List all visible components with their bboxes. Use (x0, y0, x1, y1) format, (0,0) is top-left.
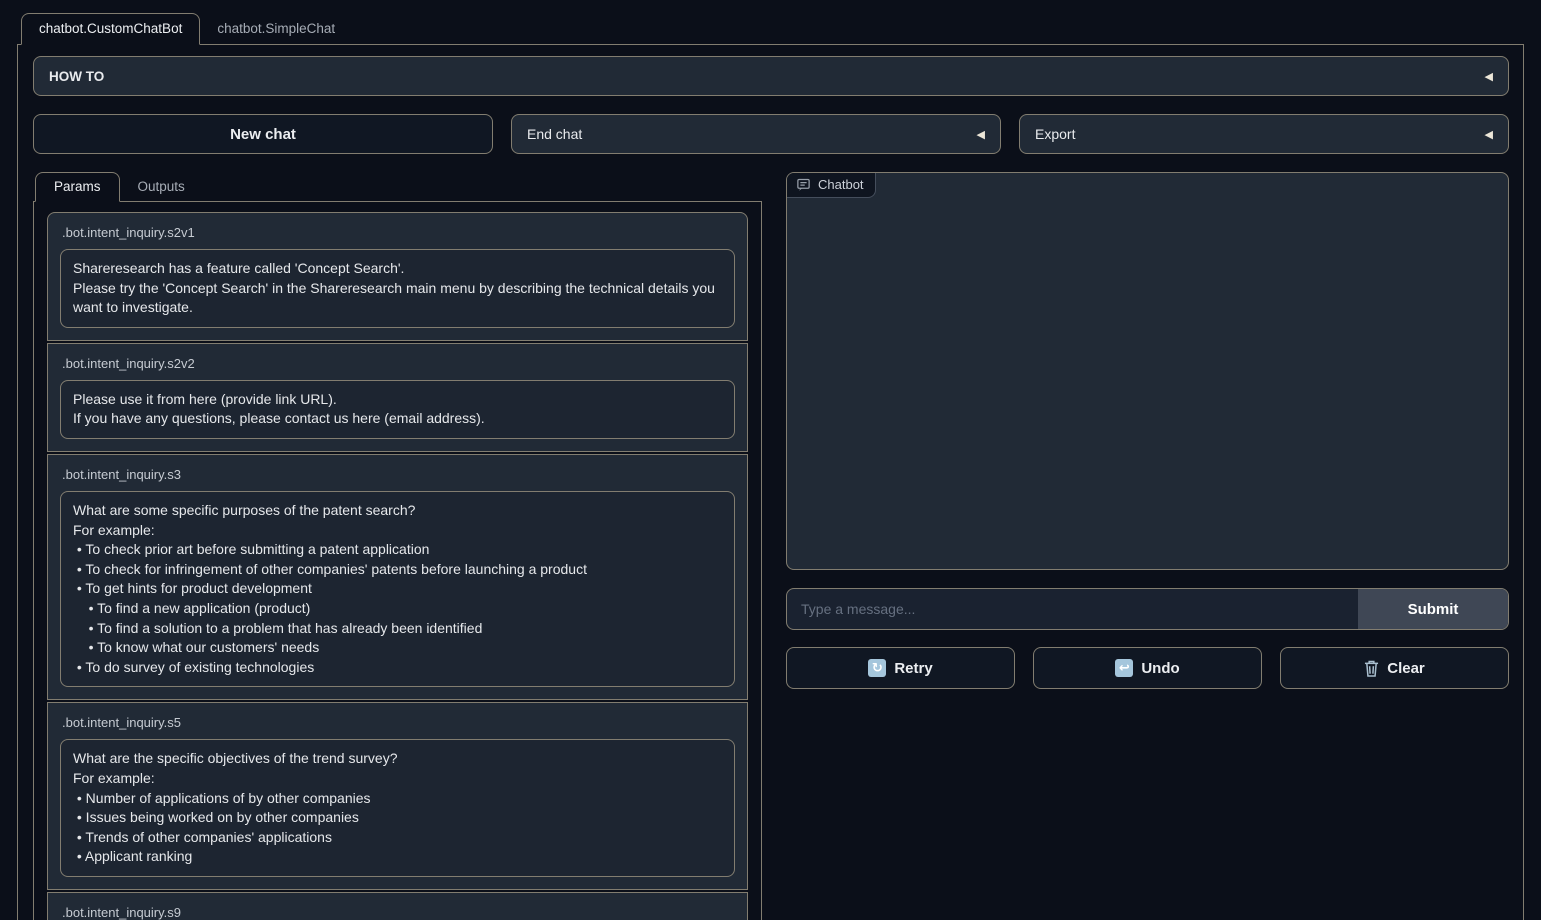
howto-accordion[interactable]: HOW TO ◀ (33, 56, 1509, 96)
collapse-arrow-icon[interactable]: ◀ (1485, 128, 1493, 141)
param-group: .bot.intent_inquiry.s2v2 Please use it f… (47, 343, 748, 452)
clear-label: Clear (1387, 660, 1425, 677)
chatbot-label-text: Chatbot (818, 177, 864, 192)
chatbot-column: Chatbot Submit ↻ Retry ↩ Undo (786, 172, 1509, 689)
tab-simple-chat[interactable]: chatbot.SimpleChat (200, 14, 352, 44)
param-group: .bot.intent_inquiry.s2v1 Shareresearch h… (47, 212, 748, 341)
speech-bubble-icon (796, 177, 811, 192)
undo-button[interactable]: ↩ Undo (1033, 647, 1262, 689)
submit-button[interactable]: Submit (1358, 589, 1508, 629)
params-tab-panel: .bot.intent_inquiry.s2v1 Shareresearch h… (33, 202, 762, 920)
chat-controls-row: New chat End chat ◀ Export ◀ (33, 114, 1509, 154)
collapse-arrow-icon[interactable]: ◀ (977, 128, 985, 141)
howto-label: HOW TO (49, 69, 104, 84)
param-textbox[interactable]: What are some specific purposes of the p… (60, 491, 735, 687)
tab-outputs[interactable]: Outputs (120, 173, 203, 201)
undo-label: Undo (1141, 660, 1179, 677)
custom-chatbot-panel: HOW TO ◀ New chat End chat ◀ Export ◀ Pa… (17, 45, 1524, 920)
param-label: .bot.intent_inquiry.s5 (62, 715, 733, 730)
param-label: .bot.intent_inquiry.s2v2 (62, 356, 733, 371)
new-chat-label: New chat (230, 126, 296, 143)
tab-custom-chatbot[interactable]: chatbot.CustomChatBot (21, 13, 200, 45)
param-group: .bot.intent_inquiry.s9 (47, 892, 748, 920)
param-textbox[interactable]: Please use it from here (provide link UR… (60, 380, 735, 439)
retry-icon: ↻ (868, 659, 886, 677)
main-columns: Params Outputs .bot.intent_inquiry.s2v1 … (33, 172, 1509, 920)
param-textbox[interactable]: What are the specific objectives of the … (60, 739, 735, 877)
param-label: .bot.intent_inquiry.s9 (62, 905, 733, 920)
param-textbox[interactable]: Shareresearch has a feature called 'Conc… (60, 249, 735, 328)
params-tabbar: Params Outputs (33, 172, 762, 202)
export-label: Export (1035, 126, 1075, 142)
collapse-arrow-icon[interactable]: ◀ (1485, 70, 1493, 83)
params-column: Params Outputs .bot.intent_inquiry.s2v1 … (33, 172, 762, 920)
end-chat-accordion[interactable]: End chat ◀ (511, 114, 1001, 154)
new-chat-button[interactable]: New chat (33, 114, 493, 154)
trash-icon (1364, 660, 1379, 677)
param-group: .bot.intent_inquiry.s3 What are some spe… (47, 454, 748, 700)
chatbot-panel-label: Chatbot (787, 173, 876, 198)
param-label: .bot.intent_inquiry.s3 (62, 467, 733, 482)
export-accordion[interactable]: Export ◀ (1019, 114, 1509, 154)
chatbot-messages-area[interactable]: Chatbot (786, 172, 1509, 570)
undo-icon: ↩ (1115, 659, 1133, 677)
app-tabbar: chatbot.CustomChatBot chatbot.SimpleChat (17, 0, 1524, 45)
chat-action-buttons: ↻ Retry ↩ Undo Clear (786, 647, 1509, 689)
clear-button[interactable]: Clear (1280, 647, 1509, 689)
param-group: .bot.intent_inquiry.s5 What are the spec… (47, 702, 748, 890)
end-chat-label: End chat (527, 126, 582, 142)
param-label: .bot.intent_inquiry.s2v1 (62, 225, 733, 240)
message-input-row: Submit (786, 588, 1509, 630)
tab-params[interactable]: Params (35, 172, 120, 202)
retry-button[interactable]: ↻ Retry (786, 647, 1015, 689)
message-input[interactable] (787, 589, 1358, 629)
retry-label: Retry (894, 660, 932, 677)
